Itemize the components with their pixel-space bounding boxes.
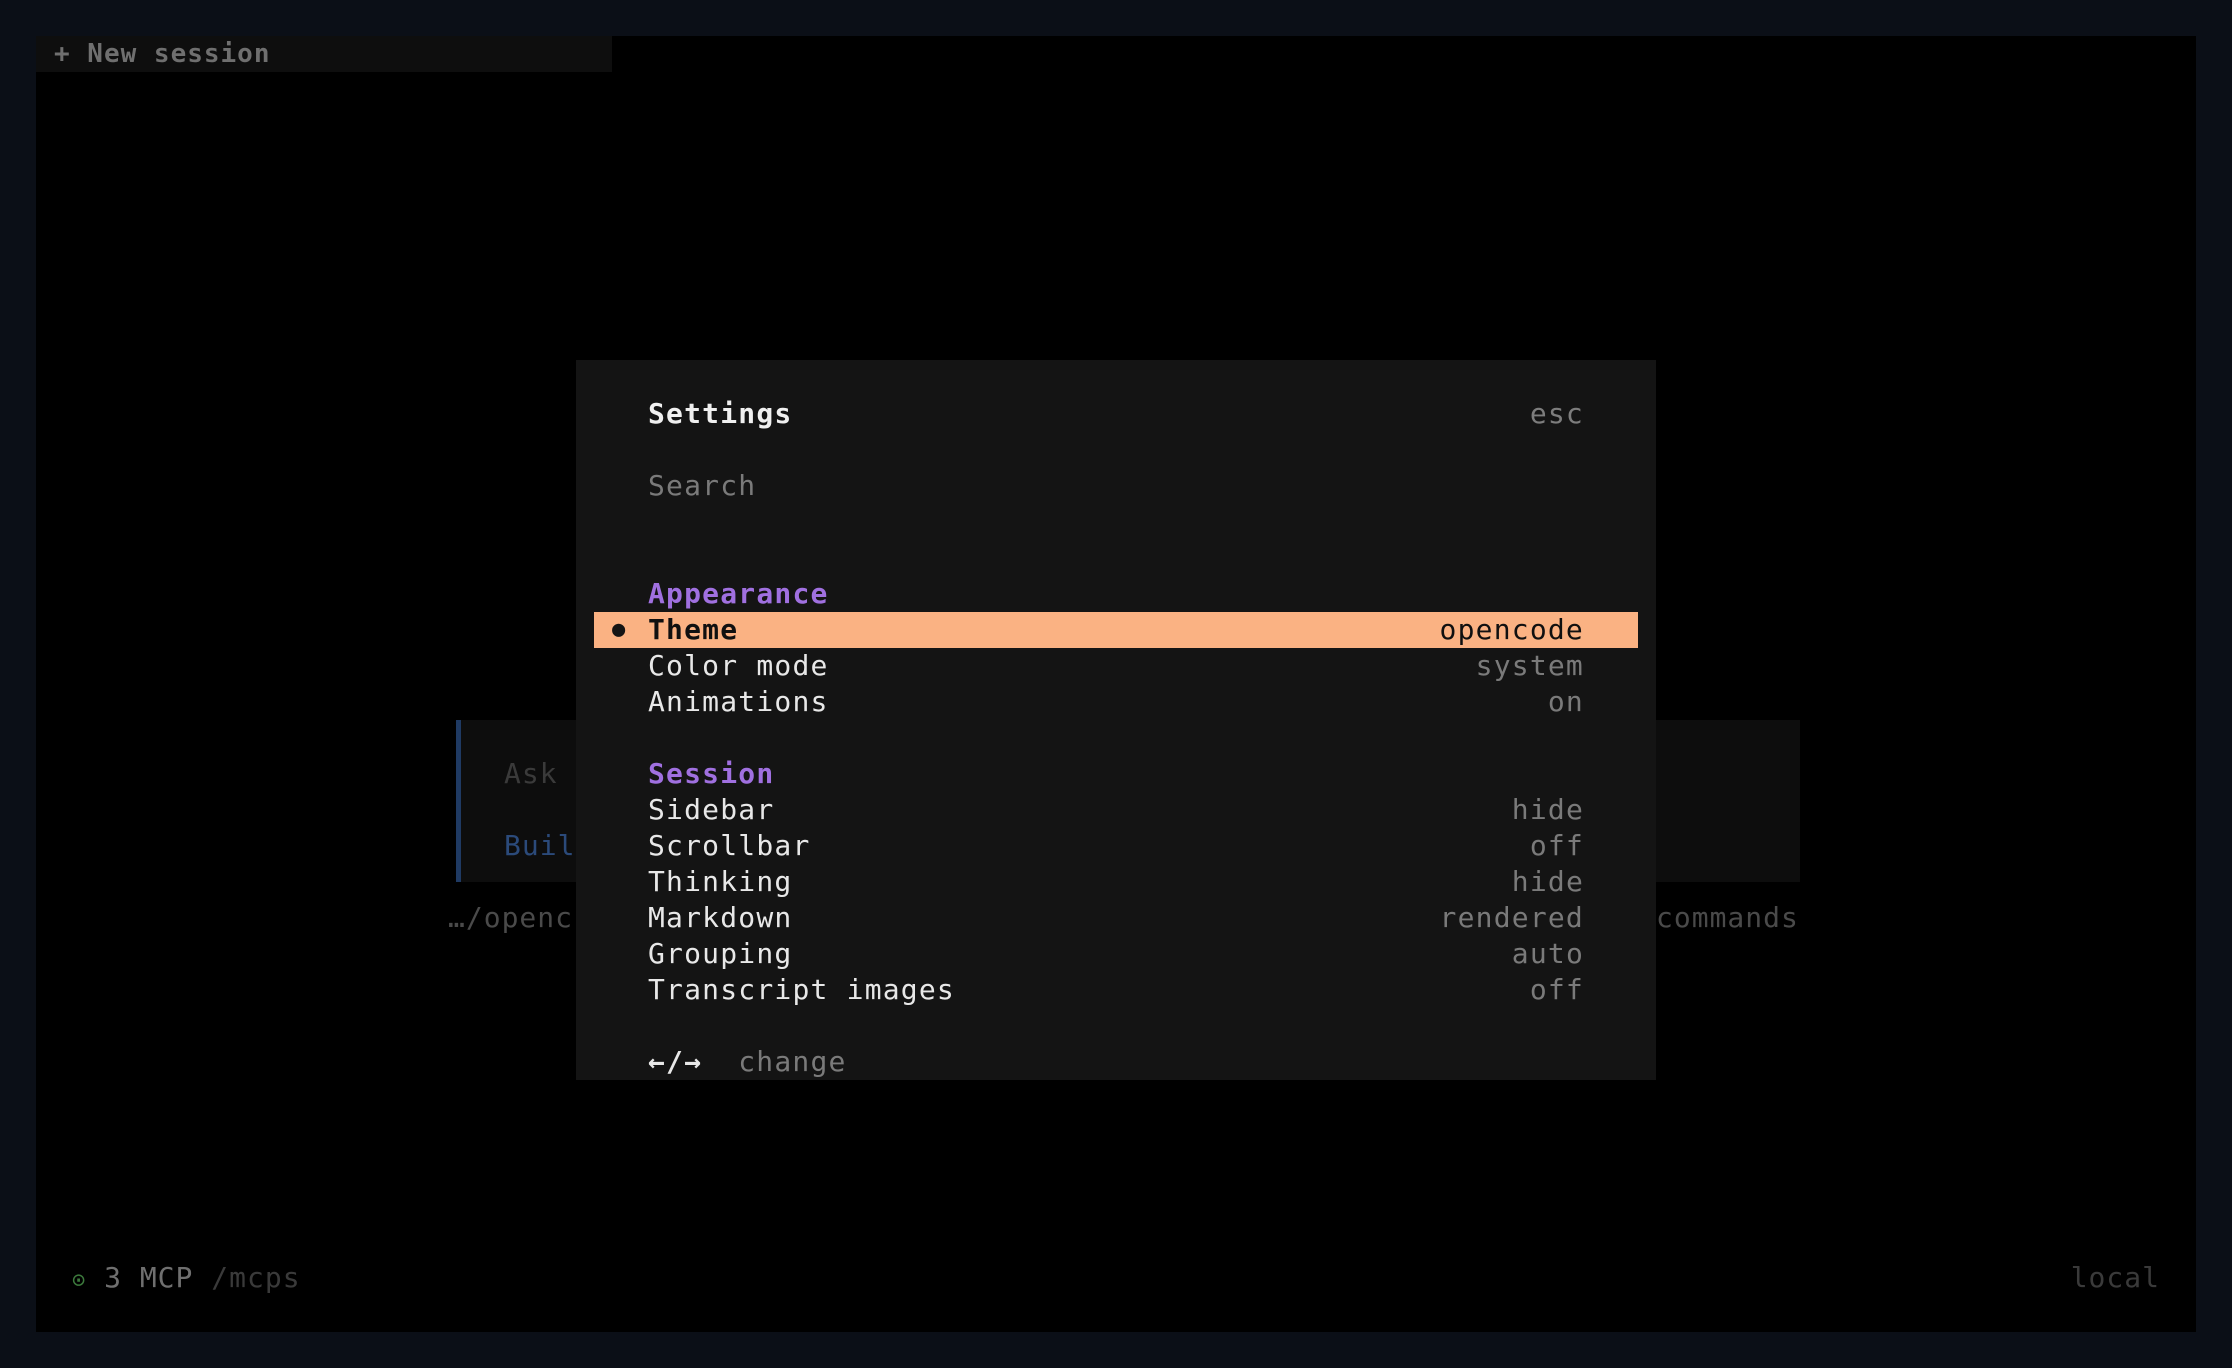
mcp-status[interactable]: ⊙ 3 MCP /mcps	[72, 1260, 301, 1299]
setting-value: auto	[1511, 937, 1584, 970]
settings-header: Settings esc	[648, 396, 1584, 432]
settings-footer: ←/→ change	[648, 1044, 1584, 1080]
setting-label: Theme	[648, 613, 739, 646]
prompt-placeholder: Ask	[504, 757, 558, 790]
section-title: Appearance	[648, 577, 829, 610]
setting-label: Animations	[648, 685, 829, 718]
section-heading-appearance: Appearance	[648, 576, 1584, 612]
setting-label: Transcript images	[648, 973, 955, 1006]
commands-hint: commands	[1656, 901, 1799, 934]
setting-item-transcript-images[interactable]: Transcript images off	[648, 972, 1584, 1008]
mcp-command: /mcps	[211, 1261, 301, 1294]
setting-value: system	[1475, 649, 1584, 682]
mcp-count: 3 MCP	[104, 1261, 194, 1294]
footer-action-label: change	[738, 1045, 847, 1078]
search-input[interactable]: Search	[648, 469, 756, 502]
setting-value: off	[1529, 829, 1584, 862]
setting-item-sidebar[interactable]: Sidebar hide	[648, 792, 1584, 828]
setting-label: Color mode	[648, 649, 829, 682]
settings-title: Settings	[648, 397, 793, 430]
setting-item-thinking[interactable]: Thinking hide	[648, 864, 1584, 900]
section-title: Session	[648, 757, 775, 790]
setting-value: hide	[1511, 793, 1584, 826]
setting-value: on	[1547, 685, 1584, 718]
setting-value: opencode	[1439, 613, 1584, 646]
setting-label: Thinking	[648, 865, 793, 898]
settings-dialog: Settings esc Search Appearance ● Theme o…	[576, 360, 1656, 1080]
arrow-keys-hint: ←/→	[648, 1045, 703, 1078]
setting-item-scrollbar[interactable]: Scrollbar off	[648, 828, 1584, 864]
setting-value: off	[1529, 973, 1584, 1006]
setting-label: Scrollbar	[648, 829, 811, 862]
section-heading-session: Session	[648, 756, 1584, 792]
setting-item-animations[interactable]: Animations on	[648, 684, 1584, 720]
setting-item-grouping[interactable]: Grouping auto	[648, 936, 1584, 972]
setting-label: Markdown	[648, 901, 793, 934]
agent-label: Buil	[504, 829, 576, 862]
circle-dot-icon: ⊙	[72, 1268, 87, 1293]
setting-item-markdown[interactable]: Markdown rendered	[648, 900, 1584, 936]
working-directory: …/openc	[448, 901, 574, 934]
setting-item-color-mode[interactable]: Color mode system	[648, 648, 1584, 684]
terminal-window: + New session Ask Buil …/openc commands …	[36, 36, 2196, 1332]
setting-item-theme[interactable]: ● Theme opencode	[594, 612, 1638, 648]
setting-label: Grouping	[648, 937, 793, 970]
settings-search[interactable]: Search	[648, 468, 1584, 504]
setting-value: hide	[1511, 865, 1584, 898]
close-hint[interactable]: esc	[1530, 396, 1584, 432]
setting-value: rendered	[1439, 901, 1584, 934]
setting-label: Sidebar	[648, 793, 775, 826]
selected-bullet-icon: ●	[612, 617, 626, 642]
prompt-accent-bar	[456, 720, 461, 882]
location-label: local	[2070, 1261, 2160, 1294]
new-session-tab[interactable]: + New session	[36, 36, 612, 72]
